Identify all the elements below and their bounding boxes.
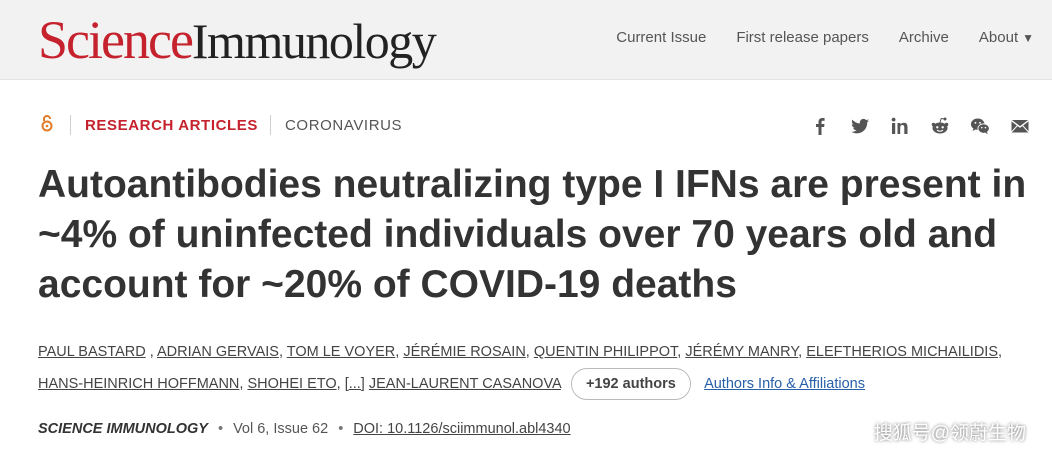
- reddit-icon[interactable]: [928, 114, 952, 138]
- open-access-icon: [38, 114, 56, 137]
- nav-about[interactable]: About ▼: [979, 29, 1034, 46]
- author-link[interactable]: JÉRÉMIE ROSAIN: [403, 344, 525, 360]
- logo-science-text: Science: [38, 10, 194, 70]
- nav-current-issue[interactable]: Current Issue: [616, 29, 706, 46]
- expand-authors-ellipsis[interactable]: [...]: [345, 376, 365, 392]
- email-icon[interactable]: [1008, 114, 1032, 138]
- author-link[interactable]: JEAN-LAURENT CASANOVA: [369, 376, 561, 392]
- more-authors-button[interactable]: +192 authors: [570, 368, 691, 401]
- authors-affiliations-link[interactable]: Authors Info & Affiliations: [704, 376, 865, 392]
- main-nav: Current Issue First release papers Archi…: [616, 29, 1034, 46]
- author-link[interactable]: SHOHEI ETO: [247, 376, 336, 392]
- nav-about-label: About: [978, 29, 1019, 46]
- citation-line: SCIENCE IMMUNOLOGY • Vol 6, Issue 62 • D…: [38, 421, 571, 437]
- author-link[interactable]: ELEFTHERIOS MICHAILIDIS: [806, 344, 998, 360]
- watermark: 搜狐号@领蔚生物: [873, 423, 1026, 444]
- facebook-icon[interactable]: [808, 114, 832, 138]
- author-list: PAUL BASTARD , ADRIAN GERVAIS, TOM LE VO…: [38, 336, 1028, 401]
- divider: [270, 115, 271, 135]
- twitter-icon[interactable]: [848, 114, 872, 138]
- author-link[interactable]: TOM LE VOYER: [287, 344, 396, 360]
- section-tag[interactable]: RESEARCH ARTICLES: [85, 117, 258, 134]
- article-meta-row: RESEARCH ARTICLES CORONAVIRUS: [38, 114, 402, 137]
- doi-link[interactable]: DOI: 10.1126/sciimmunol.abl4340: [353, 421, 570, 437]
- citation-journal[interactable]: SCIENCE IMMUNOLOGY: [38, 421, 208, 437]
- bullet-separator: •: [217, 421, 224, 437]
- site-header: Science Immunology Current Issue First r…: [0, 0, 1052, 80]
- author-link[interactable]: JÉRÉMY MANRY: [685, 344, 798, 360]
- divider: [70, 115, 71, 135]
- citation-volume: Vol 6, Issue 62: [233, 421, 329, 437]
- chevron-down-icon: ▼: [1022, 31, 1034, 45]
- bullet-separator: •: [338, 421, 344, 437]
- author-link[interactable]: ADRIAN GERVAIS: [157, 344, 279, 360]
- article-title: Autoantibodies neutralizing type I IFNs …: [38, 163, 1027, 306]
- author-link[interactable]: HANS-HEINRICH HOFFMANN: [38, 376, 239, 392]
- share-bar: [808, 114, 1032, 138]
- topic-tag[interactable]: CORONAVIRUS: [285, 117, 402, 134]
- author-link[interactable]: PAUL BASTARD: [38, 344, 146, 360]
- linkedin-icon[interactable]: [888, 114, 912, 138]
- author-link[interactable]: QUENTIN PHILIPPOT: [534, 344, 677, 360]
- wechat-icon[interactable]: [968, 114, 992, 138]
- nav-first-release-papers[interactable]: First release papers: [736, 29, 869, 46]
- logo-journal-text: Immunology: [191, 13, 437, 69]
- nav-archive[interactable]: Archive: [899, 29, 949, 46]
- journal-logo[interactable]: Science Immunology: [38, 10, 437, 71]
